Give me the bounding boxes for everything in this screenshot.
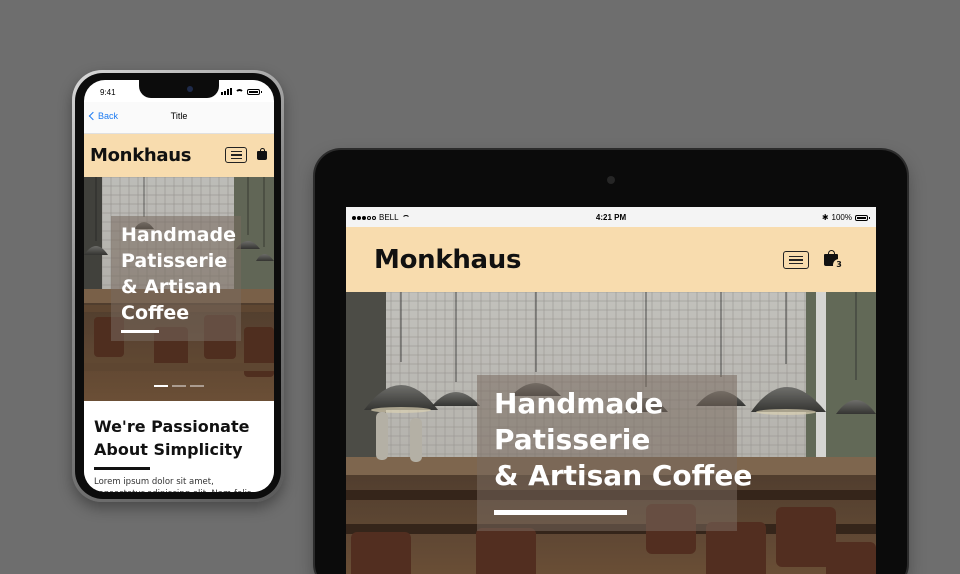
status-battery-text: 100% (831, 213, 852, 222)
about-heading-line-1: We're Passionate (94, 417, 250, 436)
tablet-device: BELL 4:21 PM ✱ 100% Monkhaus 3 Handmade … (315, 150, 907, 574)
battery-icon (247, 88, 262, 95)
phone-nav-bar: Back Title (84, 102, 274, 134)
carousel-dot[interactable] (154, 385, 168, 387)
phone-device: 9:41 Back Title Monkhaus Handmade Patiss… (72, 70, 284, 502)
front-camera-icon (187, 86, 193, 92)
tablet-status-bar: BELL 4:21 PM ✱ 100% (346, 207, 876, 227)
about-section: We're Passionate About Simplicity Lorem … (84, 401, 274, 492)
hero-text-panel: Handmade Patisserie & Artisan Coffee (111, 216, 241, 341)
hamburger-menu-icon (230, 150, 242, 153)
about-underline (94, 467, 150, 470)
about-heading-line-2: About Simplicity (94, 440, 243, 459)
hamburger-menu-icon (789, 255, 803, 258)
nav-title: Title (170, 111, 188, 121)
battery-icon (855, 214, 870, 221)
phone-hero: Handmade Patisserie & Artisan Coffee (84, 177, 274, 401)
hero-line-2: Patisserie (121, 250, 228, 272)
hero-underline (121, 330, 159, 333)
tablet-camera-icon (607, 176, 615, 184)
status-time: 9:41 (100, 88, 116, 97)
hamburger-menu-button[interactable] (783, 251, 809, 269)
tablet-site-header: Monkhaus 3 (346, 227, 876, 292)
hero-line-4: Coffee (121, 302, 190, 324)
site-logo[interactable]: Monkhaus (374, 245, 521, 275)
shopping-bag-icon[interactable] (257, 148, 267, 160)
cart-count-badge: 3 (833, 259, 845, 271)
about-heading: We're Passionate About Simplicity (94, 415, 264, 461)
hero-underline (494, 510, 627, 515)
carousel-indicators (154, 385, 204, 387)
hero-line-3: & Artisan (121, 276, 222, 298)
bluetooth-icon: ✱ (821, 213, 829, 222)
status-icons (221, 88, 262, 95)
hero-line-1: Handmade (121, 224, 236, 246)
hero-text-panel: Handmade Patisserie & Artisan Coffee (477, 375, 752, 531)
hero-line-1: Handmade (494, 387, 664, 420)
phone-screen: 9:41 Back Title Monkhaus Handmade Patiss… (84, 80, 274, 492)
phone-site-header: Monkhaus (84, 134, 274, 177)
carousel-dot[interactable] (172, 385, 186, 387)
tablet-screen: BELL 4:21 PM ✱ 100% Monkhaus 3 Handmade … (346, 207, 876, 574)
hero-line-2: Patisserie (494, 423, 651, 456)
carousel-dot[interactable] (190, 385, 204, 387)
hamburger-menu-button[interactable] (225, 147, 247, 163)
about-body: Lorem ipsum dolor sit amet, consectetur … (94, 477, 251, 492)
site-logo[interactable]: Monkhaus (90, 145, 191, 166)
wifi-icon (235, 88, 244, 95)
status-right-group: ✱ 100% (821, 213, 870, 222)
phone-notch (139, 80, 219, 98)
status-time: 4:21 PM (595, 213, 627, 222)
signal-bars-icon (221, 88, 232, 95)
tablet-hero: Handmade Patisserie & Artisan Coffee (346, 292, 876, 574)
phone-bezel: 9:41 Back Title Monkhaus Handmade Patiss… (75, 73, 281, 499)
hero-line-3: & Artisan Coffee (494, 459, 753, 492)
